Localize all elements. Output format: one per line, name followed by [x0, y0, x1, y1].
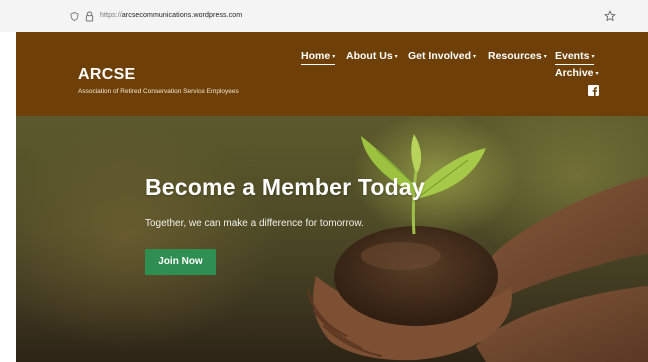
nav-item-resources[interactable]: Resources ▾ — [488, 50, 547, 62]
nav-item-label: Resources — [488, 50, 542, 62]
hero-headline: Become a Member Today — [145, 174, 425, 200]
main-navigation: Home ▾ About Us ▾ Get Involved ▾ Resources ▾… — [16, 50, 648, 110]
chevron-down-icon: ▾ — [473, 53, 477, 60]
nav-item-label: Get Involved — [408, 50, 472, 62]
hero-banner: Become a Member Today Together, we can m… — [16, 116, 648, 362]
chevron-down-icon: ▾ — [595, 70, 599, 77]
nav-item-about-us[interactable]: About Us ▾ — [346, 50, 398, 62]
browser-url-bar: https://arcsecommunications.wordpress.co… — [0, 0, 648, 32]
nav-item-get-involved[interactable]: Get Involved ▾ — [408, 50, 476, 62]
nav-item-label: Home — [301, 50, 331, 62]
nav-item-archive[interactable]: Archive ▾ — [555, 67, 599, 79]
join-now-button[interactable]: Join Now — [145, 249, 216, 275]
chevron-down-icon: ▾ — [394, 53, 398, 60]
chevron-down-icon: ▾ — [591, 53, 595, 60]
shield-icon[interactable] — [70, 12, 79, 21]
star-icon[interactable] — [604, 10, 616, 22]
nav-item-events[interactable]: Events ▾ — [555, 50, 595, 65]
nav-item-home[interactable]: Home ▾ — [301, 50, 336, 65]
chevron-down-icon: ▾ — [332, 53, 336, 60]
facebook-icon[interactable] — [588, 85, 599, 96]
hero-subtext: Together, we can make a difference for t… — [145, 218, 364, 229]
chevron-down-icon: ▾ — [543, 53, 547, 60]
nav-item-label: About Us — [346, 50, 393, 62]
web-page: ARCSE Association of Retired Conservatio… — [16, 32, 648, 362]
nav-item-label: Events — [555, 50, 590, 62]
url-prefix: https:// — [100, 12, 122, 19]
lock-icon[interactable] — [85, 11, 94, 22]
nav-item-label: Archive — [555, 67, 594, 79]
hands-seedling-image — [306, 134, 648, 362]
url-host: arcsecommunications.wordpress.com — [121, 12, 243, 19]
url-field[interactable]: https://arcsecommunications.wordpress.co… — [100, 12, 242, 19]
site-header: ARCSE Association of Retired Conservatio… — [16, 32, 648, 116]
